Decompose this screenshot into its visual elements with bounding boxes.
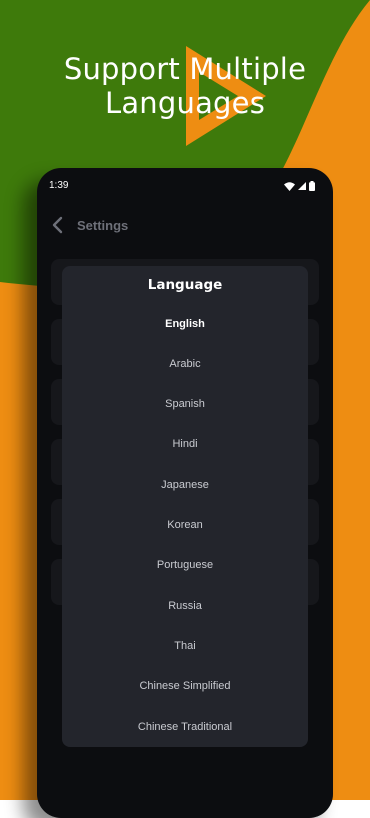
- language-option-japanese[interactable]: Japanese: [62, 470, 308, 500]
- status-icons: [284, 181, 315, 191]
- chevron-left-icon[interactable]: [51, 216, 65, 234]
- signal-icon: [298, 182, 306, 190]
- headline-line-1: Support Multiple: [63, 52, 307, 86]
- promo-headline: Support Multiple Languages: [0, 52, 370, 120]
- headline-line-2: Languages: [104, 86, 266, 120]
- wifi-icon: [284, 181, 295, 191]
- battery-icon: [309, 181, 315, 191]
- language-option-hindi[interactable]: Hindi: [62, 429, 308, 459]
- language-option-english[interactable]: English: [62, 309, 308, 339]
- language-dialog: Language English Arabic Spanish Hindi Ja…: [62, 266, 308, 747]
- language-option-thai[interactable]: Thai: [62, 631, 308, 661]
- status-time: 1:39: [49, 180, 69, 191]
- language-option-chinese-traditional[interactable]: Chinese Traditional: [62, 712, 308, 742]
- language-option-portuguese[interactable]: Portuguese: [62, 550, 308, 580]
- language-option-korean[interactable]: Korean: [62, 510, 308, 540]
- language-option-chinese-simplified[interactable]: Chinese Simplified: [62, 671, 308, 701]
- language-option-spanish[interactable]: Spanish: [62, 389, 308, 419]
- language-option-arabic[interactable]: Arabic: [62, 349, 308, 379]
- language-option-russia[interactable]: Russia: [62, 591, 308, 621]
- dialog-title: Language: [147, 277, 223, 293]
- app-bar-title: Settings: [77, 218, 129, 233]
